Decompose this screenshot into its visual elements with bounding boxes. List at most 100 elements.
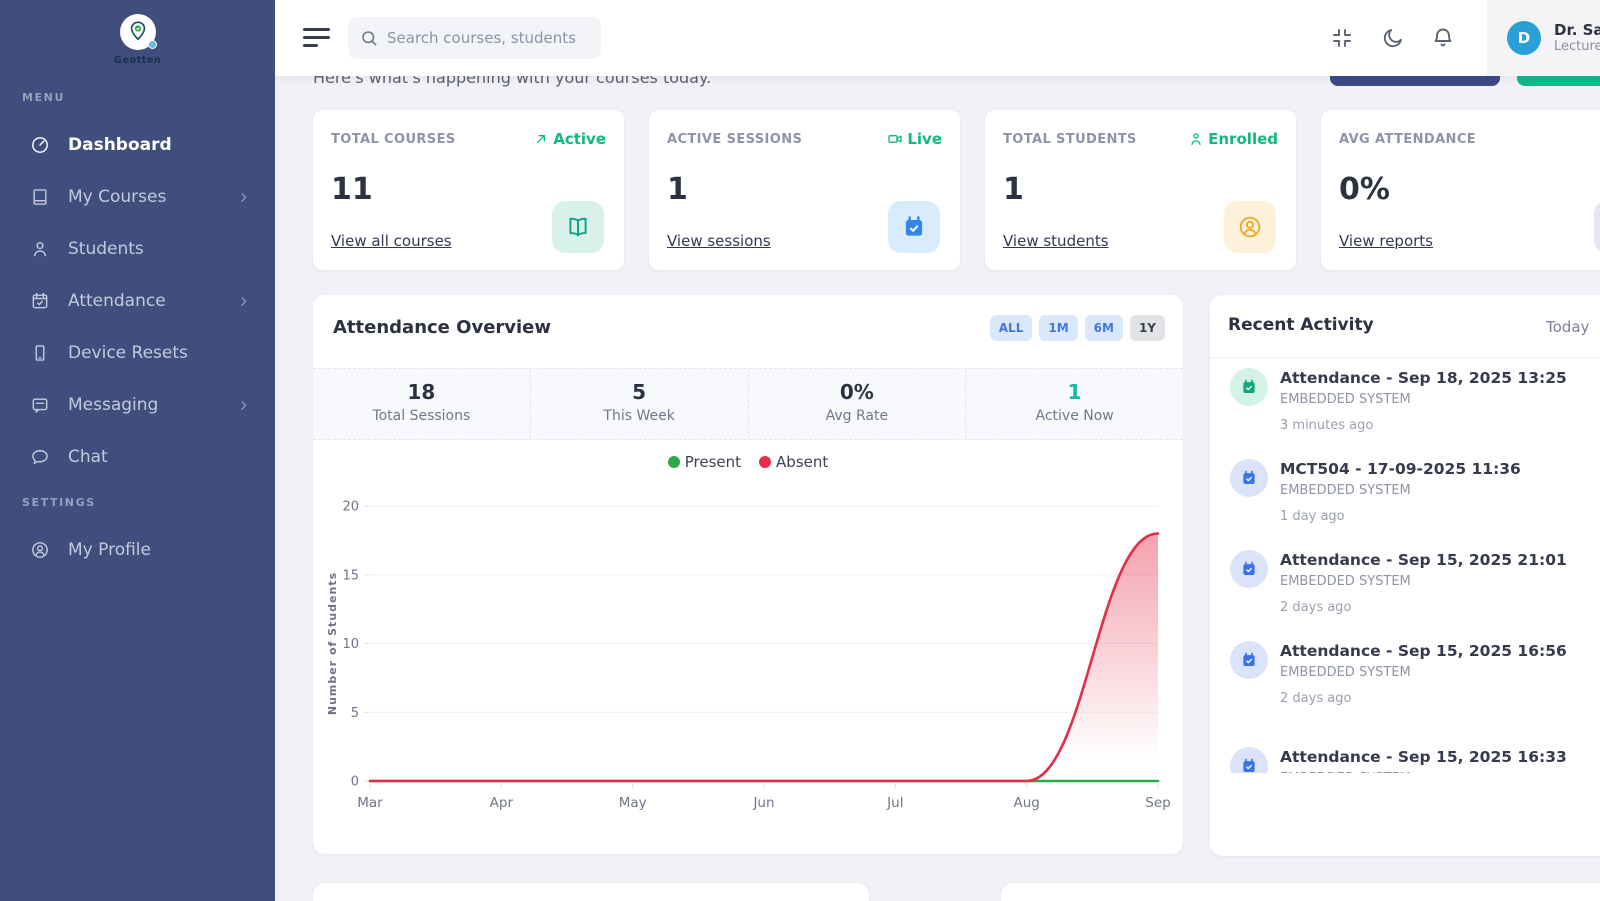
chart-stat-label: Avg Rate [749,408,966,424]
brand-dot [148,40,157,49]
activity-item-subtitle: EMBEDDED SYSTEM [1280,392,1411,407]
stat-card-total-students: TOTAL STUDENTSEnrolled1View students [985,110,1296,270]
search-icon [360,29,378,47]
stat-card-link[interactable]: View sessions [667,232,771,250]
svg-text:20: 20 [342,500,359,515]
sidebar-item-label: Dashboard [68,135,172,155]
svg-text:Jul: Jul [886,795,903,811]
open-book-icon [565,214,591,240]
stat-card-iconbox [1224,201,1276,253]
time-filter-all[interactable]: ALL [990,315,1033,341]
sidebar-item-my-courses[interactable]: My Courses [0,171,275,223]
legend-dot [759,456,771,468]
sidebar-settings-menu: My Profile [0,524,275,576]
stat-card-link[interactable]: View reports [1339,232,1433,250]
activity-item-iconbox [1230,368,1268,406]
activity-item-time: 2 days ago [1280,600,1351,615]
svg-text:Sep: Sep [1145,795,1170,811]
sidebar-item-my-profile[interactable]: My Profile [0,524,275,576]
stat-card-active-sessions: ACTIVE SESSIONSLive1View sessions [649,110,960,270]
recent-activity-link[interactable]: Today [1546,318,1589,336]
activity-item-title: MCT504 - 17-09-2025 11:36 [1280,460,1521,478]
compress-icon[interactable] [1330,26,1354,50]
arrow-up-right-icon [533,131,549,147]
activity-item[interactable]: Attendance - Sep 15, 2025 21:01EMBEDDED … [1210,548,1600,639]
chart-stat-label: Total Sessions [313,408,530,424]
activity-item-iconbox [1230,550,1268,588]
time-filter-1m[interactable]: 1M [1039,315,1077,341]
svg-text:0: 0 [351,775,359,790]
avatar: D [1507,21,1541,55]
stat-card-badge: Live [887,130,942,148]
stat-card-label: AVG ATTENDANCE [1339,132,1476,147]
activity-item[interactable]: Attendance - Sep 15, 2025 16:33 EMBEDDED … [1210,745,1600,773]
attendance-stats-strip: 18Total Sessions5This Week0%Avg Rate1Act… [313,368,1183,440]
calendar-check-solid-icon [1240,560,1258,578]
sidebar-item-device-resets[interactable]: Device Resets [0,327,275,379]
legend-label: Absent [776,453,828,471]
calendar-check-solid-icon [1240,378,1258,396]
sidebar-item-messaging[interactable]: Messaging [0,379,275,431]
sidebar-item-label: Attendance [68,291,166,311]
activity-item[interactable]: Attendance - Sep 18, 2025 13:25 EMBEDDED … [1210,366,1600,457]
user-circle-icon [30,540,50,560]
sidebar-toggle-icon[interactable] [303,28,331,48]
attendance-overview-card: Attendance Overview ALL1M6M1Y 18Total Se… [313,295,1183,854]
sidebar-item-dashboard[interactable]: Dashboard [0,119,275,171]
sidebar-item-students[interactable]: Students [0,223,275,275]
sidebar-item-attendance[interactable]: Attendance [0,275,275,327]
chevron-right-icon [236,190,251,205]
sidebar: Geotten MENU DashboardMy CoursesStudents… [0,0,275,901]
sidebar-item-label: Messaging [68,395,158,415]
stat-card-value: 11 [331,172,373,207]
svg-text:5: 5 [351,706,359,721]
legend-label: Present [685,453,741,471]
sidebar-item-label: Students [68,239,144,259]
activity-item-title: Attendance - Sep 15, 2025 16:33 [1280,748,1567,766]
sidebar-menu-label: MENU [22,91,65,104]
bottom-right-card [1001,883,1600,901]
activity-item-iconbox [1230,641,1268,679]
stat-card-link[interactable]: View all courses [331,232,452,250]
stat-card-label: TOTAL COURSES [331,132,456,147]
time-filter-1y[interactable]: 1Y [1130,315,1165,341]
chart-stat-value: 1 [966,380,1183,404]
chart-stat-value: 18 [313,380,530,404]
notifications-bell-icon[interactable] [1431,26,1455,50]
top-header: D Dr. Sar Lecture [275,0,1600,76]
stat-card-iconbox [552,201,604,253]
brand-logo-icon [120,14,156,50]
activity-item-subtitle: EMBEDDED SYSTEM [1280,771,1411,773]
time-filter-6m[interactable]: 6M [1085,315,1123,341]
bottom-left-card [313,883,869,901]
chart-stat-value: 0% [749,380,966,404]
stat-card-link[interactable]: View students [1003,232,1109,250]
search-input[interactable] [387,29,587,47]
legend-dot [668,456,680,468]
stat-card-value: 0% [1339,172,1390,207]
activity-item[interactable]: MCT504 - 17-09-2025 11:36EMBEDDED SYSTEM… [1210,457,1600,548]
stat-card-iconbox [1594,201,1600,253]
stat-card-badge: Active [533,130,606,148]
recent-activity-title: Recent Activity [1228,315,1374,335]
sidebar-item-chat[interactable]: Chat [0,431,275,483]
svg-text:Apr: Apr [490,795,514,811]
chat-icon [30,447,50,467]
svg-text:Mar: Mar [357,795,383,811]
activity-item-title: Attendance - Sep 18, 2025 13:25 [1280,369,1567,387]
chart-stat-avg-rate: 0% Avg Rate [749,369,967,439]
attendance-chart-svg: 05101520MarAprMayJunJulAugSepNumber of S… [328,491,1178,821]
legend-item-absent: Absent [759,453,828,471]
activity-item[interactable]: Attendance - Sep 15, 2025 16:56EMBEDDED … [1210,639,1600,730]
user-menu[interactable]: D Dr. Sar Lecture [1487,0,1600,76]
stat-card-value: 1 [667,172,688,207]
user-icon [30,239,50,259]
chart-legend: Present Absent [313,453,1183,471]
activity-item-subtitle: EMBEDDED SYSTEM [1280,665,1411,680]
sidebar-item-label: Device Resets [68,343,188,363]
person-icon [1188,131,1204,147]
message-icon [30,395,50,415]
dark-mode-moon-icon[interactable] [1381,26,1405,50]
book-icon [30,187,50,207]
activity-item-time: 1 day ago [1280,509,1345,524]
